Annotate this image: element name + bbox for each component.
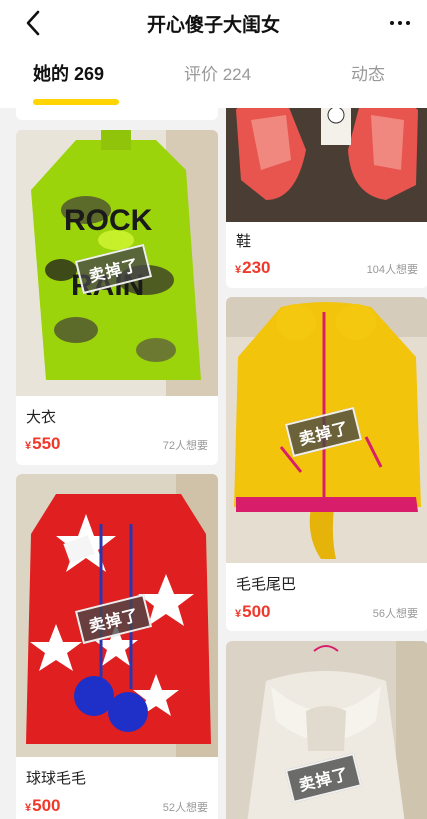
tab-her-items[interactable]: 她的 269	[33, 60, 104, 86]
svg-text:ROCK: ROCK	[64, 204, 153, 237]
product-card[interactable]: ROCK RAIN 卖掉了 大衣 ¥550 72人想要	[16, 130, 218, 465]
want-count: 52人想要	[162, 802, 208, 814]
product-card[interactable]: 鞋 ¥230 104人想要	[226, 90, 427, 288]
more-dots-icon	[390, 21, 394, 25]
product-price: ¥230	[235, 258, 271, 277]
want-count: 72人想要	[162, 440, 208, 452]
product-name: 大衣	[26, 409, 57, 426]
profile-tabs: 她的 269 评价 224 动态	[0, 60, 427, 96]
product-name: 毛毛尾巴	[236, 576, 297, 593]
product-price: ¥500	[235, 602, 271, 621]
product-photo-pink-shoes	[226, 90, 427, 222]
top-header: 开心傻子大闺女 她的 269 评价 224 动态	[0, 0, 427, 108]
more-button[interactable]	[383, 8, 417, 38]
tab-activity[interactable]: 动态	[351, 60, 385, 85]
product-price: ¥500	[25, 796, 61, 815]
tab-reviews[interactable]: 评价 224	[184, 60, 251, 85]
product-price: ¥550	[25, 434, 61, 453]
want-count: 56人想要	[372, 608, 418, 620]
want-count: 104人想要	[366, 264, 418, 276]
product-card[interactable]: 卖掉了 球球毛毛 ¥500 52人想要	[16, 474, 218, 819]
product-name: 球球毛毛	[26, 770, 87, 787]
product-card[interactable]: 卖掉了 毛毛尾巴 ¥500 56人想要	[226, 297, 427, 631]
product-name: 鞋	[236, 233, 252, 250]
page-title: 开心傻子大闺女	[146, 15, 280, 36]
product-card[interactable]: 卖掉了	[226, 641, 427, 819]
active-tab-indicator	[33, 99, 119, 105]
